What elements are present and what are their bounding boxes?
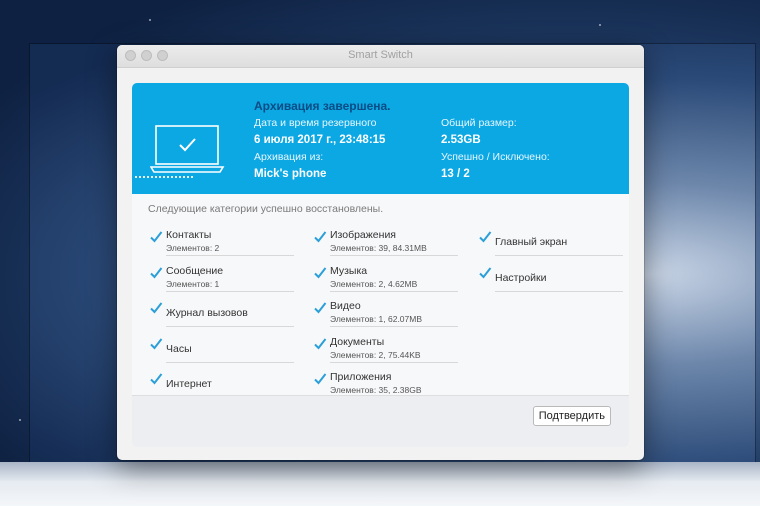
category-detail: Элементов: 2, 75.44KB bbox=[330, 349, 421, 360]
category-name: Контакты bbox=[166, 229, 212, 241]
checkmark-icon bbox=[150, 266, 163, 279]
restored-subtitle: Следующие категории успешно восстановлен… bbox=[148, 203, 384, 215]
laptop-icon bbox=[149, 123, 230, 179]
category-name: Музыка bbox=[330, 264, 368, 277]
checkmark-icon bbox=[314, 231, 327, 243]
checkmark-icon bbox=[150, 373, 163, 385]
divider bbox=[166, 290, 294, 292]
divider bbox=[330, 255, 458, 256]
result-value: 13 / 2 bbox=[441, 167, 470, 180]
category-name: Настройки bbox=[495, 271, 547, 284]
smart-switch-window: Smart Switch Архивация завершена. Дата и… bbox=[117, 45, 644, 460]
category-name: Часы bbox=[166, 342, 192, 355]
checkmark-icon bbox=[150, 337, 163, 350]
divider bbox=[166, 361, 294, 363]
checkmark-icon bbox=[314, 266, 327, 279]
total-size-label: Общий размер: bbox=[441, 117, 517, 129]
window-title: Smart Switch bbox=[348, 49, 413, 61]
backup-date-label: Дата и время резервного bbox=[254, 117, 377, 129]
backup-source-label: Архивация из: bbox=[254, 151, 324, 163]
category-name: Главный экран bbox=[495, 236, 568, 248]
divider bbox=[330, 361, 458, 363]
divider bbox=[330, 326, 458, 327]
category-name: Изображения bbox=[330, 229, 396, 241]
checkmark-icon bbox=[314, 373, 327, 385]
result-label: Успешно / Исключено: bbox=[441, 151, 550, 163]
divider bbox=[330, 290, 458, 292]
category-name: Сообщение bbox=[166, 264, 224, 277]
category-detail: Элементов: 35, 2.38GB bbox=[330, 385, 422, 395]
category-name: Документы bbox=[330, 335, 385, 348]
confirm-button[interactable]: Подтвердить bbox=[532, 406, 611, 426]
category-detail: Элементов: 1 bbox=[166, 278, 220, 289]
status-banner: Архивация завершена. Дата и время резерв… bbox=[132, 83, 629, 194]
total-size-value: 2.53GB bbox=[441, 133, 481, 146]
backup-source-value: Mick's phone bbox=[254, 167, 327, 180]
divider bbox=[166, 255, 294, 256]
category-detail: Элементов: 1, 62.07MB bbox=[330, 314, 423, 324]
category-detail: Элементов: 2 bbox=[166, 243, 220, 253]
checkmark-icon bbox=[150, 231, 163, 243]
category-name: Приложения bbox=[330, 371, 392, 383]
category-detail: Элементов: 2, 4.62MB bbox=[330, 278, 418, 289]
checkmark-icon bbox=[479, 231, 492, 243]
divider bbox=[495, 290, 623, 292]
footer-bar: Подтвердить bbox=[132, 395, 629, 447]
checkmark-icon bbox=[314, 337, 327, 350]
category-name: Журнал вызовов bbox=[166, 307, 248, 319]
title-bar[interactable]: Smart Switch bbox=[117, 45, 644, 68]
category-detail: Элементов: 39, 84.31MB bbox=[330, 243, 427, 253]
divider bbox=[166, 326, 294, 327]
checkmark-icon bbox=[150, 302, 163, 314]
checkmark-icon bbox=[479, 266, 492, 279]
backup-date-value: 6 июля 2017 г., 23:48:15 bbox=[254, 133, 386, 146]
category-name: Видео bbox=[330, 300, 361, 312]
progress-dots bbox=[135, 176, 193, 178]
desktop-shelf bbox=[0, 462, 760, 506]
checkmark-icon bbox=[314, 302, 327, 314]
divider bbox=[495, 255, 623, 256]
status-title: Архивация завершена. bbox=[254, 99, 391, 113]
category-name: Интернет bbox=[166, 378, 212, 390]
content-panel: Архивация завершена. Дата и время резерв… bbox=[132, 83, 629, 447]
